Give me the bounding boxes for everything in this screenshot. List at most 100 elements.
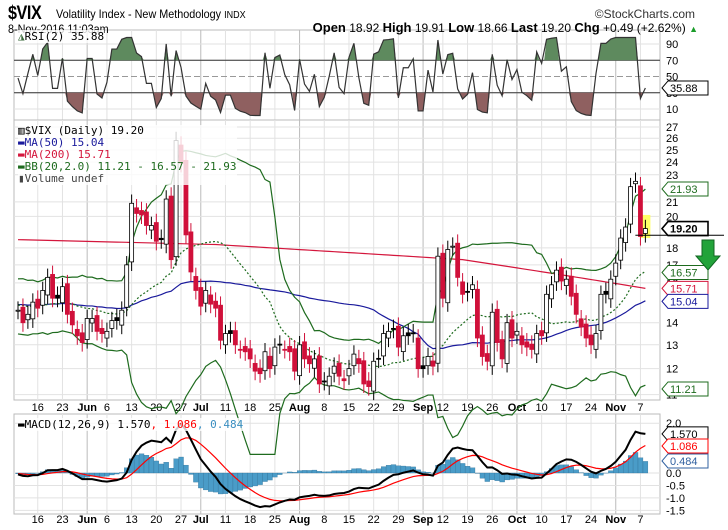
chart-svg: 272625242321201817161413121190705030102.…: [13, 29, 724, 526]
candle: [153, 222, 159, 242]
price-tick-label: 27: [666, 122, 678, 134]
candle: [603, 290, 609, 295]
candle: [302, 341, 307, 360]
candle: [94, 315, 100, 332]
macd-histogram-bar: [287, 471, 293, 474]
candle: [484, 353, 490, 362]
candle: [99, 327, 105, 334]
candle: [524, 341, 530, 348]
macd-histogram-bar: [301, 470, 308, 474]
price-tick-label: 21: [666, 197, 678, 209]
macd-histogram-bar: [188, 472, 194, 475]
macd-histogram-bar: [366, 470, 372, 474]
macd-histogram-bar: [247, 472, 253, 488]
date-tick-label: Oct: [508, 514, 527, 526]
candle: [534, 333, 540, 355]
candle: [356, 358, 362, 365]
price-tick-label: 14: [666, 318, 678, 330]
date-tick-label: 15: [343, 402, 355, 414]
candle: [109, 320, 115, 329]
macd-histogram-bar: [425, 472, 431, 474]
macd-histogram-bar: [193, 472, 199, 483]
macd-histogram-bar: [390, 464, 397, 474]
candle: [499, 339, 505, 360]
candle: [208, 294, 214, 305]
macd-histogram-bar: [252, 472, 258, 487]
candle: [618, 237, 624, 261]
macd-histogram-bar: [306, 470, 313, 474]
up-arrow-icon: ▲: [689, 24, 698, 34]
candle: [84, 318, 90, 340]
high-label: High: [382, 20, 412, 35]
macd-histogram-bar: [346, 470, 352, 474]
low-label: Low: [448, 20, 475, 35]
date-tick-label: Jun: [77, 514, 97, 526]
candle: [74, 328, 80, 337]
candle: [504, 322, 510, 364]
date-tick-label: Aug: [289, 402, 310, 414]
candle: [445, 249, 451, 304]
candle: [158, 237, 164, 241]
candle: [144, 211, 149, 226]
date-tick-label: 19: [461, 402, 473, 414]
candle: [124, 264, 130, 308]
candle: [494, 308, 500, 343]
candle: [277, 343, 283, 346]
volume-legend-text: Volume undef: [24, 172, 105, 185]
candle: [228, 330, 233, 334]
macd-histogram-bar: [326, 471, 332, 474]
date-tick-label: 7: [637, 514, 643, 526]
candle: [129, 202, 135, 263]
candle: [549, 284, 554, 300]
candle: [55, 294, 60, 299]
candle: [568, 275, 574, 297]
macd-tick-label: 0.0: [666, 468, 681, 480]
macd-histogram-bar: [109, 472, 115, 476]
candle: [400, 335, 406, 353]
date-tick-label: Sep: [413, 514, 433, 526]
candle: [475, 288, 480, 339]
date-tick-label: Jul: [193, 402, 209, 414]
price-tick-label: 24: [666, 157, 678, 169]
date-tick-label: 13: [125, 402, 137, 414]
macd-histogram-bar: [262, 472, 268, 482]
candle: [578, 318, 584, 328]
candle: [336, 362, 342, 377]
macd-histogram-bar: [183, 464, 189, 474]
candle: [563, 278, 569, 286]
candle: [509, 319, 515, 339]
macd-histogram-bar: [479, 472, 486, 479]
candle: [405, 332, 411, 337]
macd-histogram-bar: [227, 472, 234, 493]
price-tag: 15.04: [670, 296, 698, 308]
date-tick-label: 27: [175, 514, 187, 526]
macd-histogram-bar: [356, 468, 362, 474]
candle: [415, 337, 421, 370]
macd-histogram-bar: [203, 472, 209, 491]
macd-histogram-bar: [272, 472, 278, 478]
candle: [311, 358, 317, 369]
macd-histogram-bar: [153, 460, 159, 474]
candle: [193, 276, 199, 291]
rsi-tick-label: 90: [666, 39, 678, 51]
candle: [30, 301, 36, 320]
candle: [307, 355, 312, 365]
copyright[interactable]: ©StockCharts.com: [595, 7, 695, 21]
candle: [252, 362, 258, 372]
macd-histogram-bar: [642, 461, 649, 474]
volume-legend: ▮Volume undef: [18, 173, 237, 185]
candle: [410, 332, 416, 335]
candle: [262, 351, 268, 372]
security-name-text: Volatility Index - New Methodology: [56, 7, 222, 21]
date-tick-label: 26: [486, 514, 498, 526]
macd-histogram-bar: [336, 470, 342, 474]
macd-histogram-bar: [608, 470, 614, 474]
candle: [642, 228, 648, 234]
macd-histogram-bar: [381, 466, 387, 474]
macd-histogram-bar: [331, 470, 337, 474]
macd-histogram-bar: [484, 472, 490, 482]
macd-histogram-bar: [198, 472, 204, 489]
candle: [213, 300, 219, 309]
macd-histogram-bar: [489, 472, 495, 480]
candle: [376, 357, 382, 360]
